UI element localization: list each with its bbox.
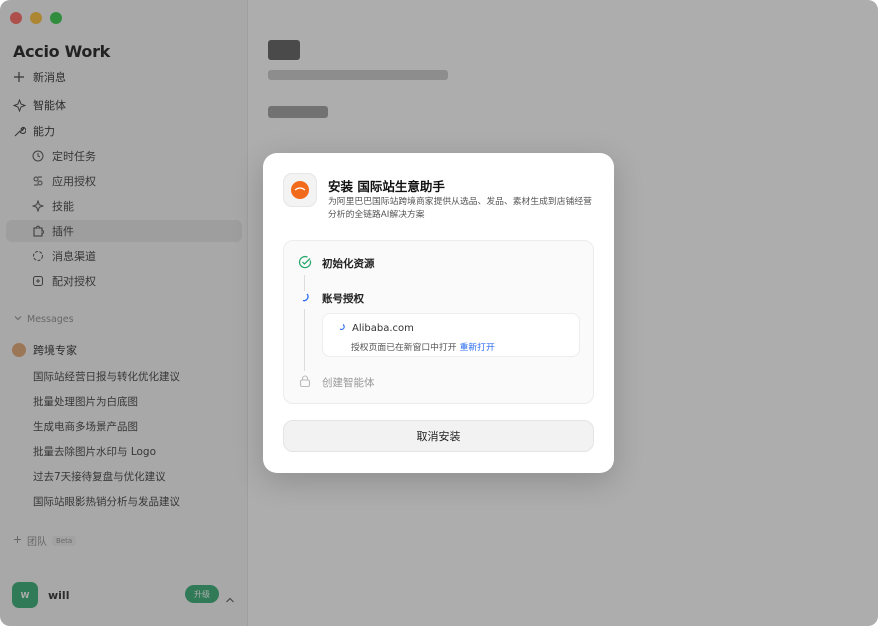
cancel-install-button[interactable]: 取消安装 bbox=[283, 420, 594, 452]
plugin-icon bbox=[283, 173, 317, 207]
step-label: 账号授权 bbox=[322, 293, 364, 305]
step-auth: 账号授权 bbox=[298, 290, 364, 307]
app-window: Accio Work 新消息 智能体 能力 定时任务 应用授权 技能 插件 消息… bbox=[0, 0, 878, 626]
alibaba-logo-icon bbox=[291, 181, 309, 199]
step-create-agent: 创建智能体 bbox=[298, 374, 375, 391]
auth-site-row: Alibaba.com bbox=[337, 322, 414, 334]
lock-icon bbox=[298, 374, 312, 391]
spinner-icon bbox=[298, 290, 312, 307]
step-label: 初始化资源 bbox=[322, 258, 375, 270]
auth-status-text: 授权页面已在新窗口中打开 bbox=[351, 343, 457, 353]
auth-status-card: Alibaba.com 授权页面已在新窗口中打开 重新打开 bbox=[322, 313, 580, 357]
dialog-description: 为阿里巴巴国际站跨境商家提供从选品、发品、素材生成到店铺经营分析的全链路AI解决… bbox=[328, 197, 592, 220]
spinner-icon bbox=[337, 322, 346, 334]
install-steps-panel: 初始化资源 账号授权 Alibaba.com 授权页面已在新窗口中打开 重新打开… bbox=[283, 240, 594, 404]
dialog-title: 安装 国际站生意助手 bbox=[328, 179, 445, 194]
step-connector bbox=[304, 275, 305, 291]
check-circle-icon bbox=[298, 255, 312, 272]
auth-status-text-row: 授权页面已在新窗口中打开 重新打开 bbox=[351, 340, 495, 353]
auth-site-name: Alibaba.com bbox=[352, 322, 414, 334]
reopen-link[interactable]: 重新打开 bbox=[460, 343, 495, 353]
install-plugin-dialog: 安装 国际站生意助手 为阿里巴巴国际站跨境商家提供从选品、发品、素材生成到店铺经… bbox=[263, 153, 614, 473]
step-init: 初始化资源 bbox=[298, 255, 375, 272]
step-label: 创建智能体 bbox=[322, 377, 375, 389]
step-connector bbox=[304, 309, 305, 371]
